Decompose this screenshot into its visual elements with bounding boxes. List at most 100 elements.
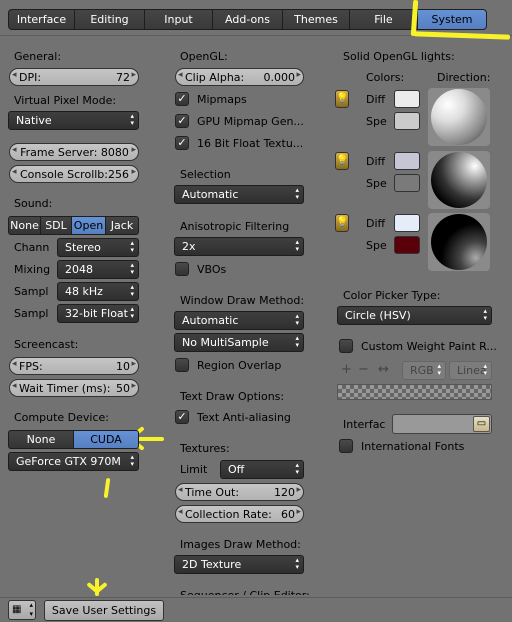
ramp-interpolation-dropdown[interactable]: Linea xyxy=(449,361,492,380)
collection-rate-field[interactable]: Collection Rate: 60 xyxy=(175,505,304,523)
light-1-direction-sphere[interactable] xyxy=(428,88,490,146)
collection-rate-value: 60 xyxy=(281,507,295,521)
audio-jack-button[interactable]: Jack xyxy=(105,216,139,235)
vbos-label: VBOs xyxy=(197,263,227,276)
wait-timer-label: Wait Timer (ms): xyxy=(19,381,111,395)
sample-rate-dropdown[interactable]: 48 kHz xyxy=(57,282,139,301)
texture-timeout-value: 120 xyxy=(274,485,295,499)
clip-alpha-field[interactable]: Clip Alpha: 0.000 xyxy=(175,68,304,86)
float-textures-checkbox[interactable]: ✓ xyxy=(175,136,189,150)
compute-device-selector: None CUDA xyxy=(8,430,139,449)
tab-interface[interactable]: Interface xyxy=(8,9,74,30)
frame-server-value: Frame Server: 8080 xyxy=(20,145,129,159)
clip-alpha-value: 0.000 xyxy=(263,70,296,84)
weight-paint-color-ramp[interactable] xyxy=(337,384,492,400)
audio-device-selector: None SDL Open Jack xyxy=(8,216,139,235)
texture-timeout-label: Time Out: xyxy=(185,485,240,499)
light-1-specular-swatch[interactable] xyxy=(394,112,420,130)
wait-timer-value: 50 xyxy=(116,381,130,395)
multisample-dropdown[interactable]: No MultiSample xyxy=(174,333,304,352)
light-2-specular-swatch[interactable] xyxy=(394,174,420,192)
channels-dropdown[interactable]: Stereo xyxy=(57,238,139,257)
sequencer-label: Sequencer / Clip Editor: xyxy=(180,587,310,595)
light-3-toggle-icon[interactable]: 💡 xyxy=(335,214,349,232)
gpu-mipmap-label: GPU Mipmap Gen... xyxy=(197,115,304,128)
tab-file[interactable]: File xyxy=(349,9,417,30)
frame-server-field[interactable]: Frame Server: 8080 xyxy=(9,143,139,161)
fps-field[interactable]: FPS: 10 xyxy=(9,357,139,375)
text-antialiasing-checkbox[interactable]: ✓ xyxy=(175,410,189,424)
international-fonts-label: International Fonts xyxy=(361,440,465,453)
anisotropic-dropdown[interactable]: 2x xyxy=(174,237,304,256)
interface-font-label: Interfac xyxy=(343,418,386,431)
color-picker-type-label: Color Picker Type: xyxy=(343,289,441,302)
audio-none-button[interactable]: None xyxy=(8,216,40,235)
selection-dropdown[interactable]: Automatic xyxy=(174,185,304,204)
solid-lights-label: Solid OpenGL lights: xyxy=(343,50,455,63)
custom-weight-paint-checkbox[interactable] xyxy=(339,339,353,353)
audio-sdl-button[interactable]: SDL xyxy=(40,216,71,235)
texture-timeout-field[interactable]: Time Out: 120 xyxy=(175,483,304,501)
save-user-settings-button[interactable]: Save User Settings xyxy=(44,600,164,621)
screencast-label: Screencast: xyxy=(14,338,79,351)
compute-cuda-button[interactable]: CUDA xyxy=(73,430,139,449)
color-picker-type-dropdown[interactable]: Circle (HSV) xyxy=(337,306,492,325)
window-draw-method-dropdown[interactable]: Automatic xyxy=(174,311,304,330)
light-3-specular-swatch[interactable] xyxy=(394,236,420,254)
dpi-field[interactable]: DPI: 72 xyxy=(9,68,139,86)
flip-ramp-icon[interactable]: ↔ xyxy=(378,362,389,377)
compute-device-label: Compute Device: xyxy=(14,411,109,424)
add-stop-icon[interactable]: + xyxy=(341,362,352,377)
tab-editing[interactable]: Editing xyxy=(74,9,144,30)
folder-browse-icon[interactable]: ▭ xyxy=(473,416,490,432)
virtual-pixel-mode-dropdown[interactable]: Native xyxy=(8,111,139,130)
sound-label: Sound: xyxy=(14,197,53,210)
light-2-direction-sphere[interactable] xyxy=(428,151,490,209)
gpu-device-dropdown[interactable]: GeForce GTX 970M xyxy=(8,452,139,471)
light-2-toggle-icon[interactable]: 💡 xyxy=(335,152,349,170)
mipmaps-label: Mipmaps xyxy=(197,93,247,106)
anisotropic-label: Anisotropic Filtering xyxy=(180,220,290,233)
tab-themes[interactable]: Themes xyxy=(282,9,349,30)
light-1-toggle-icon[interactable]: 💡 xyxy=(335,90,349,108)
light-2-diffuse-label: Diff xyxy=(366,155,386,168)
light-1-diffuse-swatch[interactable] xyxy=(394,90,420,108)
remove-stop-icon[interactable]: − xyxy=(358,362,369,377)
wait-timer-field[interactable]: Wait Timer (ms): 50 xyxy=(9,379,139,397)
audio-openal-button[interactable]: Open xyxy=(71,216,105,235)
fps-label: FPS: xyxy=(19,359,43,373)
sample-format-dropdown[interactable]: 32-bit Float xyxy=(57,304,139,323)
mixing-buffer-dropdown[interactable]: 2048 xyxy=(57,260,139,279)
tab-add-ons[interactable]: Add-ons xyxy=(212,9,282,30)
console-scrollback-field[interactable]: Console Scrollb:256 xyxy=(9,165,139,183)
colors-label: Colors: xyxy=(366,71,405,84)
textures-label: Textures: xyxy=(180,442,230,455)
editor-type-icon[interactable]: ▦ ▴ ▾ xyxy=(8,600,36,620)
console-scrollback-value: Console Scrollb:256 xyxy=(19,167,129,181)
light-2-specular-label: Spe xyxy=(366,177,387,190)
light-1-specular-label: Spe xyxy=(366,115,387,128)
gpu-mipmap-checkbox[interactable]: ✓ xyxy=(175,114,189,128)
mipmaps-checkbox[interactable]: ✓ xyxy=(175,92,189,106)
light-3-direction-sphere[interactable] xyxy=(428,213,490,271)
interface-font-field[interactable]: ▭ xyxy=(392,414,492,434)
compute-none-button[interactable]: None xyxy=(8,430,73,449)
region-overlap-label: Region Overlap xyxy=(197,359,282,372)
direction-label: Direction: xyxy=(437,71,491,84)
light-3-diffuse-swatch[interactable] xyxy=(394,214,420,232)
dpi-value: 72 xyxy=(116,70,130,84)
sample-rate-label: Sampl xyxy=(14,285,49,298)
clip-alpha-label: Clip Alpha: xyxy=(185,70,245,84)
opengl-label: OpenGL: xyxy=(180,50,228,63)
vbos-checkbox[interactable] xyxy=(175,262,189,276)
region-overlap-checkbox[interactable] xyxy=(175,358,189,372)
ramp-color-mode-dropdown[interactable]: RGB xyxy=(402,361,446,380)
international-fonts-checkbox[interactable] xyxy=(339,439,353,453)
light-3-specular-label: Spe xyxy=(366,239,387,252)
custom-weight-paint-label: Custom Weight Paint R... xyxy=(361,340,497,353)
tab-system[interactable]: System xyxy=(417,9,487,30)
texture-limit-dropdown[interactable]: Off xyxy=(220,460,304,479)
images-draw-method-dropdown[interactable]: 2D Texture xyxy=(174,555,304,574)
tab-input[interactable]: Input xyxy=(144,9,212,30)
light-2-diffuse-swatch[interactable] xyxy=(394,152,420,170)
